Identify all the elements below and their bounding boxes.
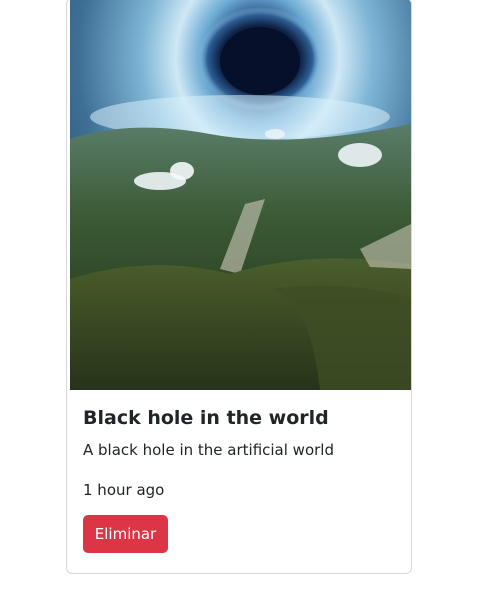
card-title: Black hole in the world xyxy=(83,407,329,429)
card-timestamp: 1 hour ago xyxy=(83,481,165,499)
card-body: Black hole in the world A black hole in … xyxy=(83,405,397,553)
card-image xyxy=(70,0,411,390)
delete-button[interactable]: Eliminar xyxy=(83,515,168,553)
post-card: Black hole in the world A black hole in … xyxy=(66,0,412,574)
card-description: A black hole in the artificial world xyxy=(83,441,334,459)
